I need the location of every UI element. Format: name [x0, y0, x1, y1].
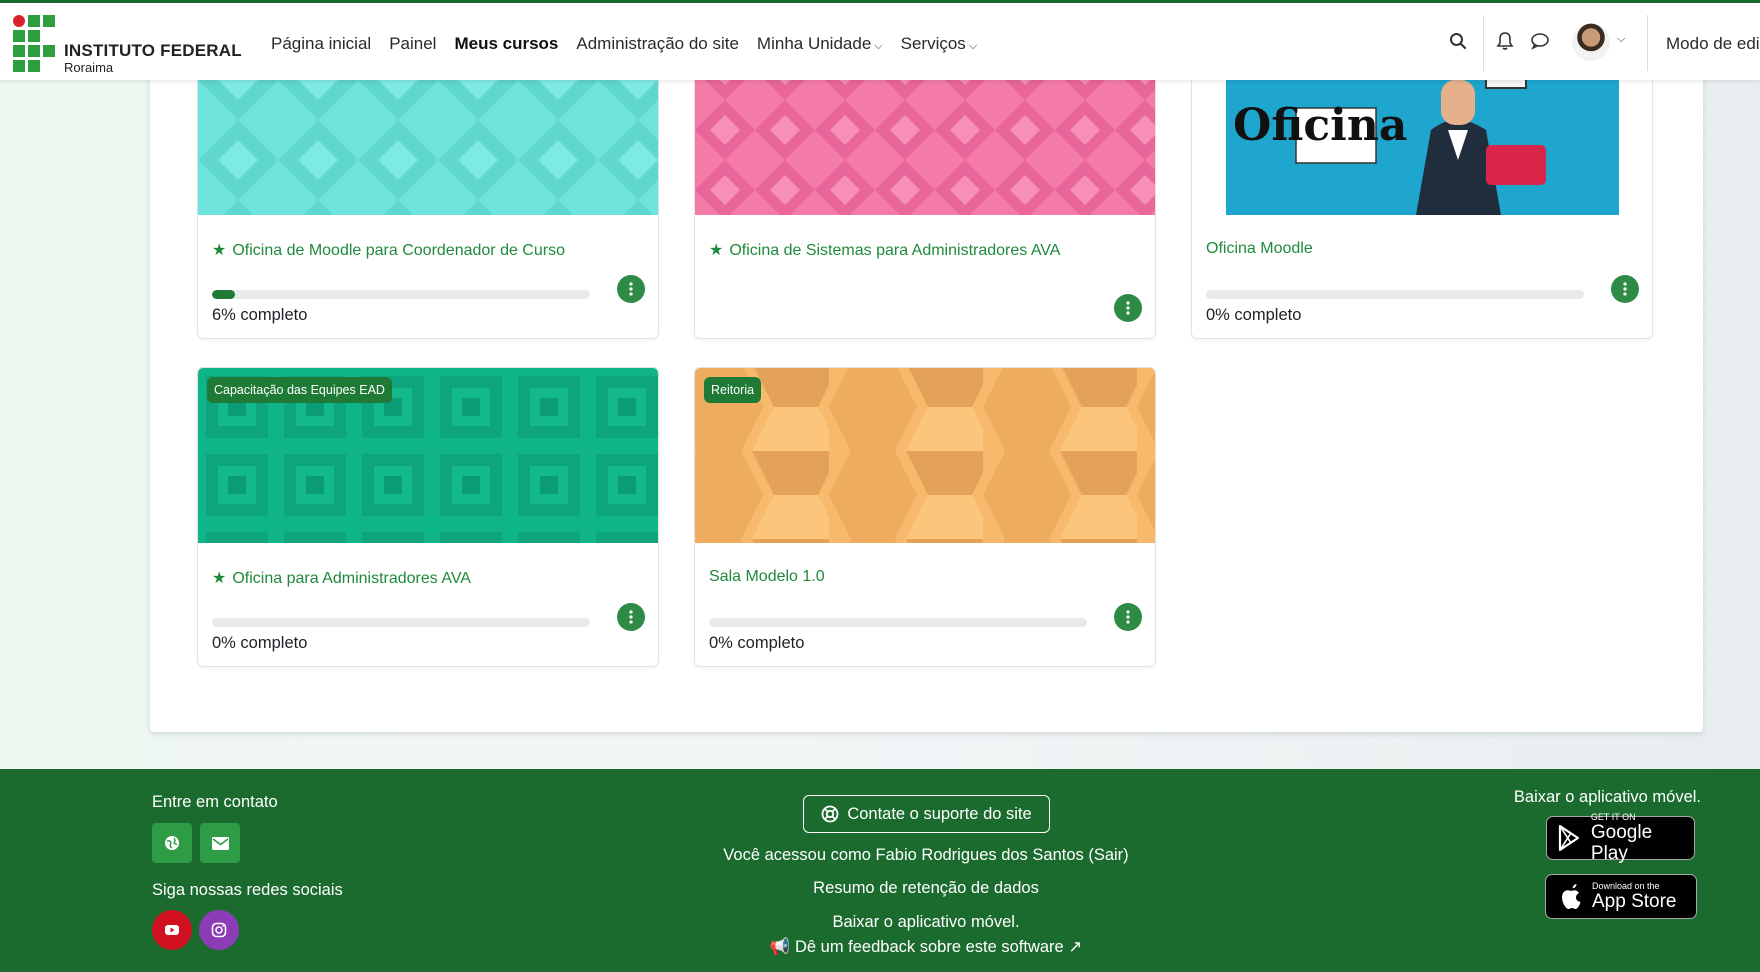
contact-support-button[interactable]: Contate o suporte do site — [803, 795, 1050, 833]
course-image[interactable]: Capacitação das Equipes EAD — [198, 368, 658, 543]
lifebuoy-icon — [821, 805, 839, 823]
google-play-small: GET IT ON — [1590, 812, 1636, 822]
course-actions-button[interactable] — [617, 275, 645, 303]
chevron-down-icon: ⌵ — [874, 40, 883, 52]
my-courses-panel: ★ Oficina de Moodle para Coordenador de C… — [150, 39, 1703, 732]
nav-item-pagina-inicial[interactable]: Página inicial — [271, 34, 371, 54]
course-actions-button[interactable] — [1114, 294, 1142, 322]
course-title-text: Oficina de Sistemas para Administradores… — [729, 242, 1061, 259]
chevron-down-icon[interactable]: ⌵ — [1617, 33, 1625, 46]
nav-item-label: Minha Unidade — [756, 34, 872, 53]
app-heading: Baixar o aplicativo móvel. — [1513, 788, 1701, 806]
nav-item-label: Serviços — [900, 34, 966, 53]
progress-label: 0% completo — [709, 634, 805, 652]
star-icon: ★ — [212, 570, 227, 587]
course-card[interactable]: Oficina Oficina Moodle 0% completo — [1191, 39, 1653, 339]
top-navbar: INSTITUTO FEDERAL Roraima Página inicial… — [0, 0, 1760, 80]
logged-in-info[interactable]: Você acessou como Fabio Rodrigues dos Sa… — [0, 846, 1760, 865]
search-icon[interactable] — [1446, 29, 1470, 53]
course-title-text: Oficina Moodle — [1206, 240, 1313, 257]
progress-bar — [1206, 290, 1584, 299]
nav-item-meus-cursos[interactable]: Meus cursos — [454, 34, 558, 54]
feedback-link[interactable]: 📢 Dê um feedback sobre este software ↗ — [0, 937, 1760, 957]
apple-icon — [1562, 883, 1581, 909]
chat-icon[interactable] — [1528, 29, 1552, 53]
page-footer: Entre em contato Siga nossas redes socia… — [0, 769, 1760, 972]
course-card[interactable]: Reitoria Sala Modelo 1.0 0% completo — [694, 367, 1156, 667]
course-title-text: Oficina de Moodle para Coordenador de Cu… — [232, 242, 565, 259]
progress-label: 6% completo — [212, 306, 308, 324]
brand-title: INSTITUTO FEDERAL — [64, 41, 242, 60]
course-actions-button[interactable] — [1611, 275, 1639, 303]
course-title-text: Sala Modelo 1.0 — [709, 568, 825, 585]
nav-item-servicos[interactable]: Serviços ⌵ — [901, 34, 978, 54]
if-logo[interactable] — [13, 15, 58, 72]
support-button-label: Contate o suporte do site — [847, 804, 1032, 823]
app-store-big: App Store — [1592, 891, 1677, 912]
nav-item-painel[interactable]: Painel — [389, 34, 436, 54]
course-title-link[interactable]: ★ Oficina de Sistemas para Administradore… — [709, 240, 1060, 260]
brand-subtitle: Roraima — [64, 60, 114, 75]
course-actions-button[interactable] — [617, 603, 645, 631]
app-store-small: Download on the — [1592, 881, 1660, 891]
image-caption: Oficina — [1233, 100, 1408, 151]
course-image[interactable]: Reitoria — [695, 368, 1155, 543]
app-store-button[interactable]: Download on the App Store — [1545, 874, 1697, 919]
progress-label: 0% completo — [1206, 306, 1302, 324]
progress-label: 0% completo — [212, 634, 308, 652]
external-link-icon: ↗ — [1068, 938, 1083, 956]
course-card[interactable]: ★ Oficina de Moodle para Coordenador de C… — [197, 39, 659, 339]
course-title-link[interactable]: Sala Modelo 1.0 — [709, 568, 825, 586]
course-title-link[interactable]: Oficina Moodle — [1206, 240, 1313, 258]
progress-bar — [709, 618, 1087, 627]
bell-icon[interactable] — [1493, 29, 1517, 53]
app-download-link[interactable]: Baixar o aplicativo móvel. — [0, 913, 1760, 932]
star-icon: ★ — [709, 242, 724, 259]
divider — [1483, 15, 1484, 71]
google-play-icon — [1558, 824, 1580, 852]
user-avatar[interactable] — [1572, 23, 1610, 61]
course-card[interactable]: Capacitação das Equipes EAD ★ Oficina par… — [197, 367, 659, 667]
nav-item-administracao[interactable]: Administração do site — [576, 34, 739, 54]
google-play-big: Google Play — [1590, 822, 1653, 864]
category-badge: Reitoria — [704, 377, 762, 403]
course-card[interactable]: ★ Oficina de Sistemas para Administradore… — [694, 39, 1156, 339]
google-play-button[interactable]: GET IT ON Google Play — [1546, 812, 1695, 864]
chevron-down-icon: ⌵ — [968, 40, 978, 52]
course-title-text: Oficina para Administradores AVA — [232, 570, 471, 587]
megaphone-icon: 📢 — [769, 938, 791, 956]
progress-bar — [212, 618, 590, 627]
progress-bar — [212, 290, 590, 299]
nav-item-minha-unidade[interactable]: Minha Unidade ⌵ — [757, 34, 883, 54]
edit-mode-toggle[interactable]: Modo de edi — [1666, 34, 1760, 54]
main-nav: Página inicial Painel Meus cursos Admini… — [271, 34, 977, 54]
star-icon: ★ — [212, 242, 227, 259]
data-retention-link[interactable]: Resumo de retenção de dados — [0, 879, 1760, 898]
divider — [1647, 15, 1648, 71]
contact-heading: Entre em contato — [152, 793, 278, 811]
course-title-link[interactable]: ★ Oficina de Moodle para Coordenador de C… — [212, 240, 565, 260]
category-badge: Capacitação das Equipes EAD — [207, 377, 392, 403]
progress-bar-fill — [212, 290, 235, 299]
feedback-label: Dê um feedback sobre este software — [794, 938, 1064, 956]
course-title-link[interactable]: ★ Oficina para Administradores AVA — [212, 568, 471, 588]
course-actions-button[interactable] — [1114, 603, 1142, 631]
